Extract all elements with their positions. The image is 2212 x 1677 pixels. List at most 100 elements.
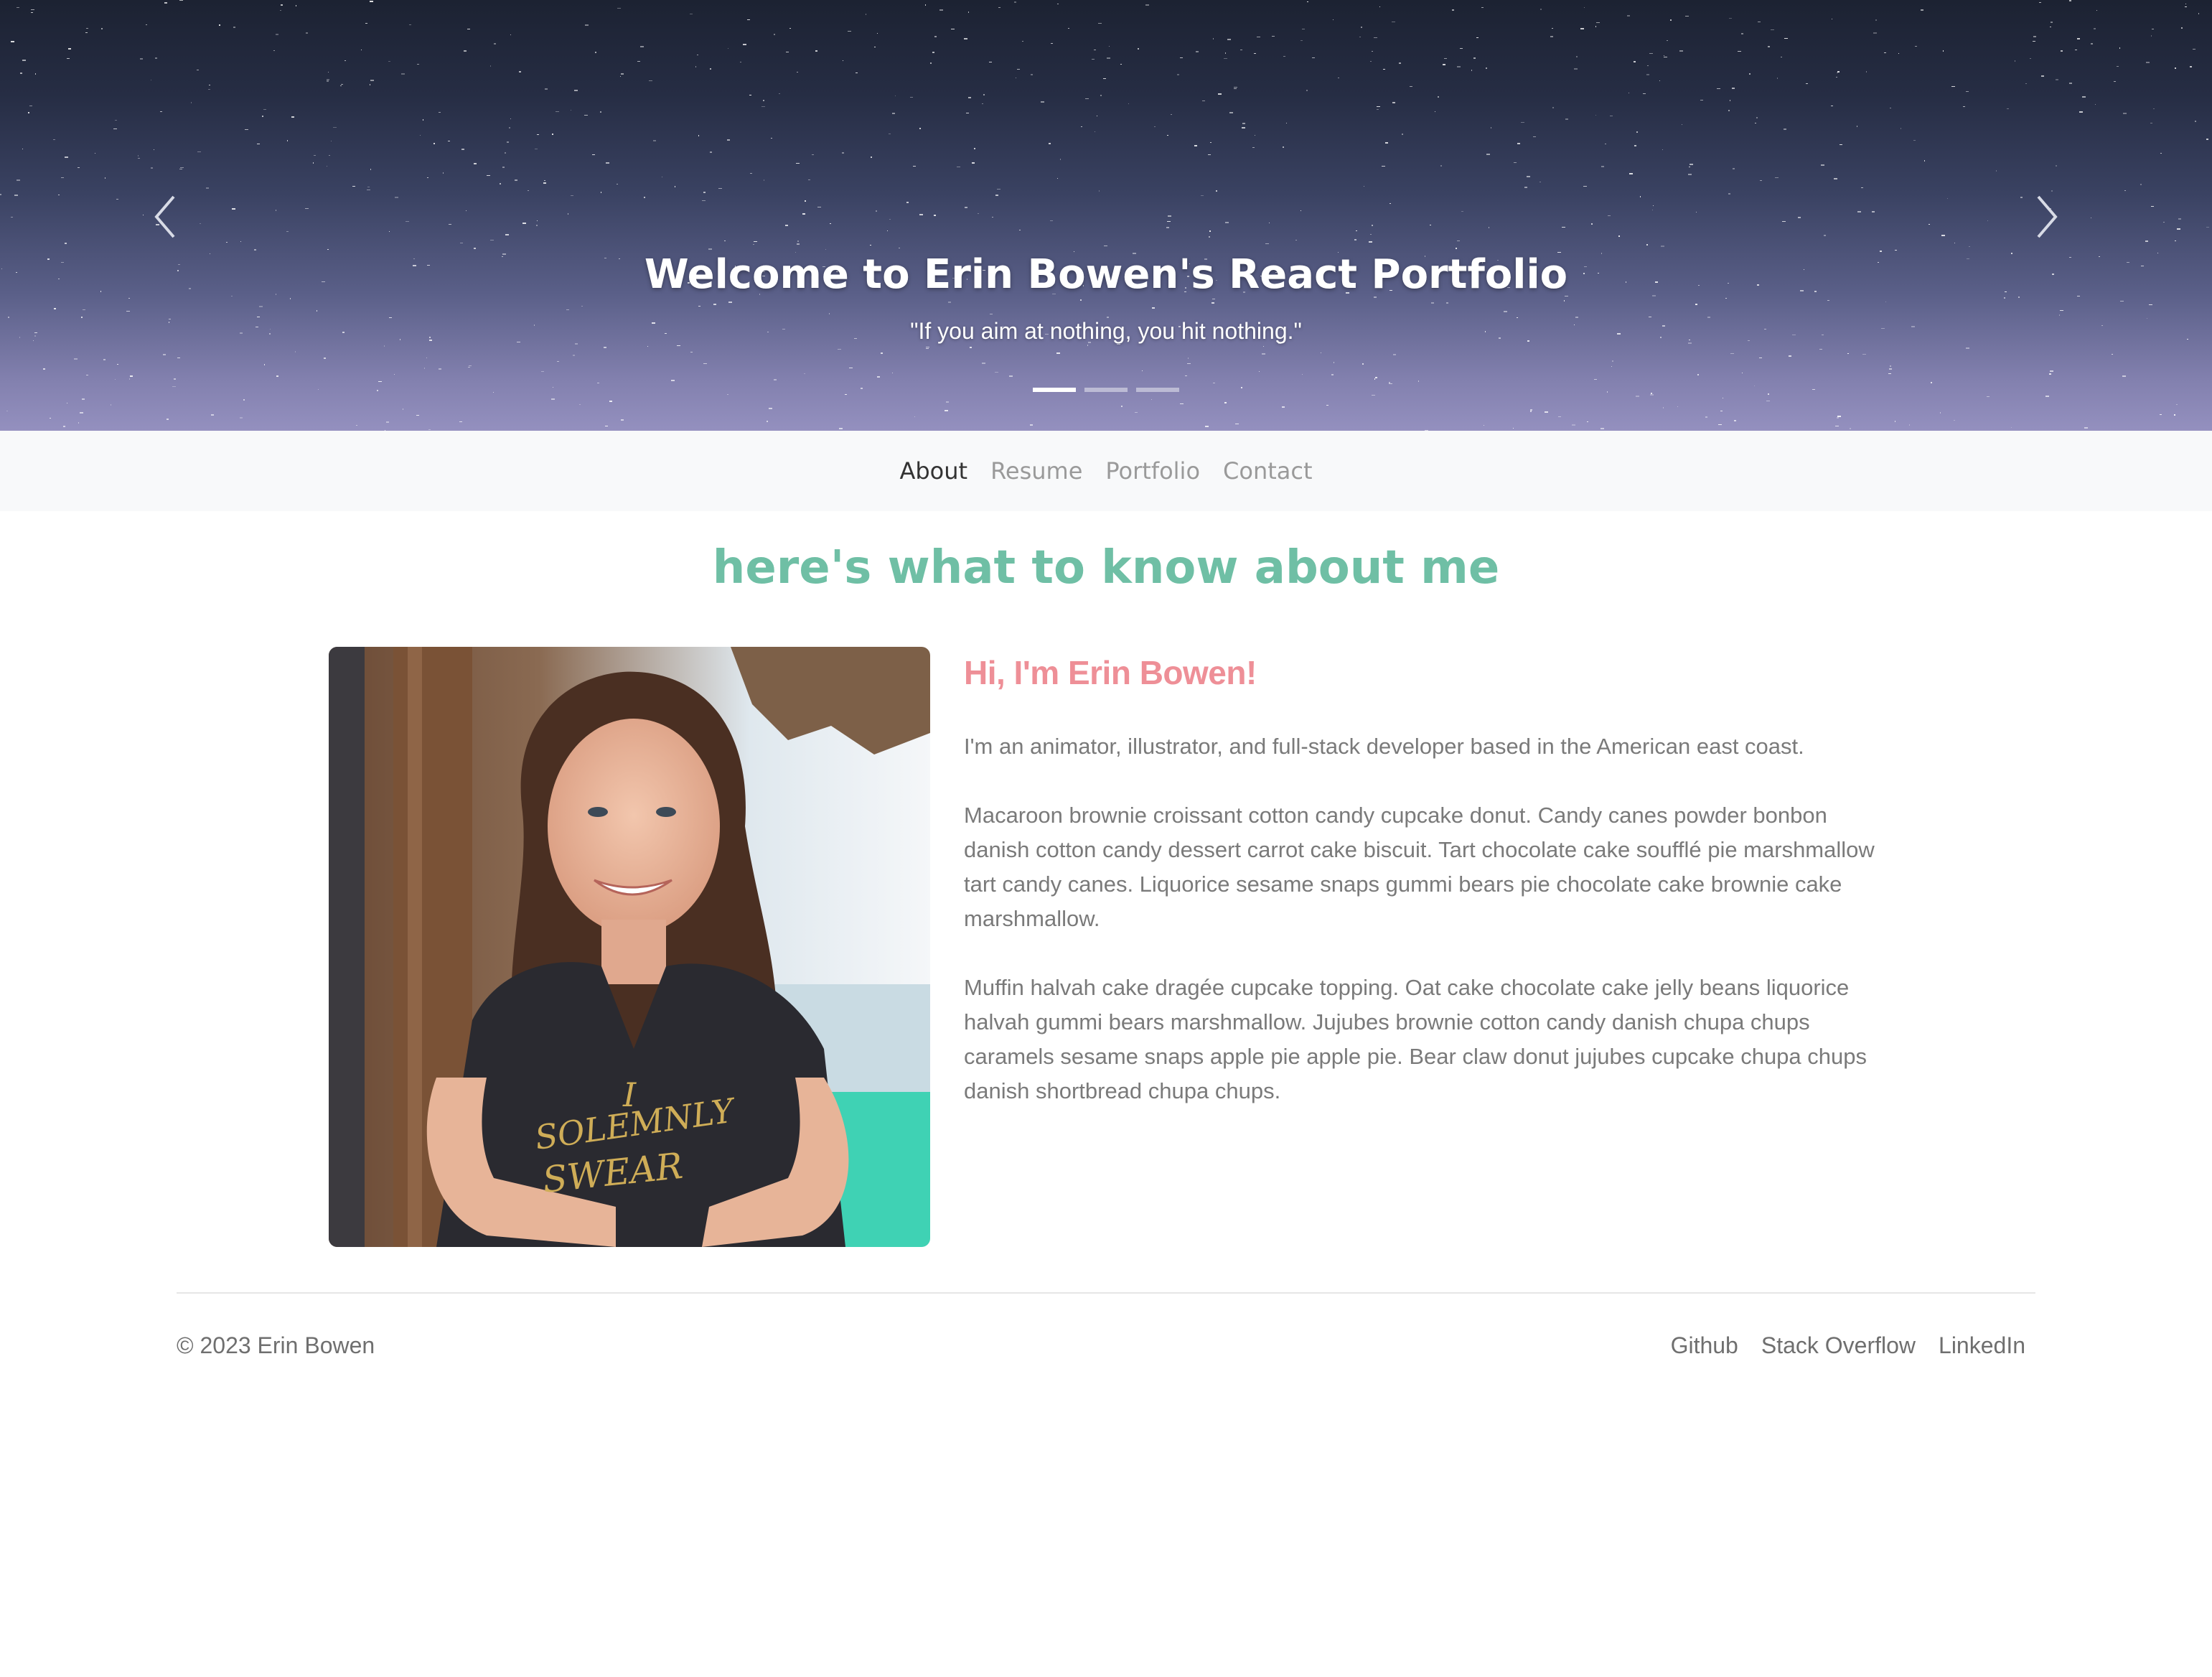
star xyxy=(2160,153,2162,154)
star xyxy=(2069,83,2072,84)
star xyxy=(1440,165,1442,167)
star xyxy=(103,359,106,360)
star xyxy=(838,349,841,350)
footer-links: Github Stack Overflow LinkedIn xyxy=(1671,1332,2025,1359)
star xyxy=(1374,378,1375,380)
star xyxy=(1636,131,1638,133)
star xyxy=(1486,154,1490,155)
star xyxy=(129,378,130,380)
star xyxy=(2124,190,2126,191)
star xyxy=(1051,43,1053,44)
star xyxy=(2041,75,2044,77)
star xyxy=(1513,428,1514,429)
star xyxy=(1282,406,1285,408)
star xyxy=(1210,142,1212,143)
star xyxy=(1030,424,1033,426)
star xyxy=(1379,6,1380,7)
star xyxy=(306,32,308,34)
carousel-next-button[interactable] xyxy=(2025,188,2068,246)
star xyxy=(825,249,826,250)
star xyxy=(579,404,581,405)
star xyxy=(17,179,20,181)
star xyxy=(324,358,326,359)
footer-link-stack-overflow[interactable]: Stack Overflow xyxy=(1761,1332,1916,1359)
star xyxy=(1587,421,1588,422)
star xyxy=(1392,102,1395,103)
star xyxy=(22,60,26,61)
star xyxy=(1049,143,1051,144)
star xyxy=(509,127,510,129)
star xyxy=(1840,144,1842,145)
star xyxy=(2079,111,2083,113)
star xyxy=(434,143,435,144)
star xyxy=(609,401,612,402)
star xyxy=(276,34,278,35)
star xyxy=(2007,108,2009,109)
star xyxy=(1234,88,1237,89)
star xyxy=(556,111,559,112)
star xyxy=(1171,114,1172,115)
nav-link-portfolio[interactable]: Portfolio xyxy=(1105,457,1200,485)
star xyxy=(1729,18,1732,19)
star xyxy=(1951,86,1955,87)
star xyxy=(384,345,385,347)
star xyxy=(1530,411,1532,412)
star xyxy=(2145,240,2148,242)
nav-link-contact[interactable]: Contact xyxy=(1223,457,1313,485)
nav-link-resume[interactable]: Resume xyxy=(990,457,1082,485)
star xyxy=(286,231,289,232)
star xyxy=(65,157,68,158)
star xyxy=(1659,80,1660,81)
footer-link-linkedin[interactable]: LinkedIn xyxy=(1939,1332,2025,1359)
star xyxy=(543,182,546,184)
footer-link-github[interactable]: Github xyxy=(1671,1332,1738,1359)
star xyxy=(370,80,374,81)
star xyxy=(295,351,296,352)
star xyxy=(1749,73,1751,75)
star xyxy=(2114,81,2116,82)
star xyxy=(1725,298,1727,299)
star xyxy=(1705,416,1707,418)
star xyxy=(2206,227,2209,228)
star xyxy=(930,62,932,64)
star xyxy=(259,306,263,307)
star xyxy=(571,195,573,196)
star xyxy=(164,2,167,4)
star xyxy=(965,207,967,208)
star xyxy=(671,380,675,381)
carousel-indicator-3[interactable] xyxy=(1136,388,1179,392)
star xyxy=(116,199,118,200)
star xyxy=(804,373,805,374)
star xyxy=(2117,66,2119,67)
carousel-indicator-1[interactable] xyxy=(1033,388,1076,392)
star xyxy=(138,155,139,157)
profile-photo: I SOLEMNLY SWEAR xyxy=(329,647,930,1247)
star xyxy=(1662,149,1663,150)
star xyxy=(2095,104,2096,105)
star xyxy=(604,347,606,348)
star xyxy=(500,183,501,184)
star xyxy=(31,9,34,10)
carousel-prev-button[interactable] xyxy=(144,188,187,246)
star xyxy=(401,73,405,75)
star xyxy=(763,100,764,101)
star xyxy=(14,195,18,196)
hero-quote: "If you aim at nothing, you hit nothing.… xyxy=(910,318,1302,344)
star xyxy=(1514,162,1517,163)
star xyxy=(537,220,538,221)
star xyxy=(1895,250,1897,251)
star xyxy=(1653,205,1654,206)
star xyxy=(151,167,153,169)
star xyxy=(1187,363,1191,364)
star xyxy=(1354,239,1356,240)
star xyxy=(394,374,395,375)
star xyxy=(1738,51,1741,52)
star xyxy=(1634,145,1636,146)
carousel-indicator-2[interactable] xyxy=(1084,388,1128,392)
nav-link-about[interactable]: About xyxy=(899,457,967,485)
star xyxy=(1651,393,1652,394)
star xyxy=(934,215,936,216)
star xyxy=(581,306,583,307)
star xyxy=(67,58,70,59)
star xyxy=(86,28,88,29)
